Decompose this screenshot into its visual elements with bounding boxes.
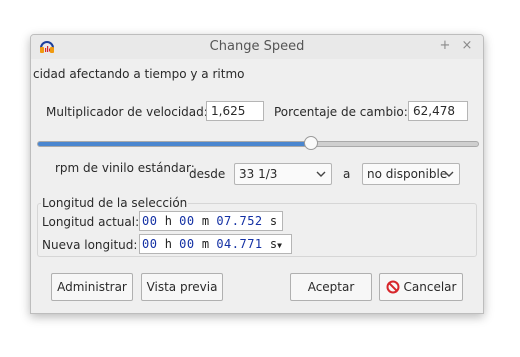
multiplier-input[interactable]: 1,625 <box>206 101 264 121</box>
minutes-unit: m <box>201 237 210 251</box>
close-button[interactable]: × <box>460 38 474 53</box>
format-menu-arrow-icon[interactable]: ▼ <box>277 241 282 250</box>
cancel-label: Cancelar <box>403 280 457 294</box>
new-minutes: 00 <box>179 237 195 251</box>
chevron-down-icon <box>444 171 454 177</box>
from-rpm-select[interactable]: 33 1/3 <box>234 163 332 185</box>
description-text: cidad afectando a tiempo y a ritmo <box>33 67 245 81</box>
current-length-label: Longitud actual: <box>42 215 140 229</box>
to-rpm-value: no disponible <box>367 167 448 181</box>
minimize-button[interactable]: + <box>438 38 452 53</box>
vinyl-rpm-label: rpm de vinilo estándar: <box>55 161 195 175</box>
new-seconds: 04.771 <box>216 237 263 251</box>
change-speed-dialog: Change Speed + × cidad afectando a tiemp… <box>30 34 484 314</box>
chevron-down-icon <box>316 171 326 177</box>
to-label: a <box>343 167 351 181</box>
hours-unit: h <box>164 237 172 251</box>
percent-input[interactable]: 62,478 <box>408 101 468 121</box>
slider-fill <box>38 142 311 146</box>
selection-length-title: Longitud de la selección <box>41 196 189 210</box>
window-title: Change Speed <box>209 39 305 54</box>
new-length-label: Nueva longitud: <box>42 238 138 252</box>
multiplier-label: Multiplicador de velocidad: <box>46 105 208 119</box>
speed-slider[interactable] <box>37 136 479 150</box>
cancel-icon <box>386 280 400 294</box>
manage-button[interactable]: Administrar <box>51 273 133 301</box>
seconds-unit: s <box>269 214 278 228</box>
new-length-field[interactable]: 00 h 00 m 04.771 s▼ <box>139 234 292 254</box>
minutes-unit: m <box>201 214 210 228</box>
percent-label: Porcentaje de cambio: <box>274 105 408 119</box>
current-seconds: 07.752 <box>216 214 263 228</box>
slider-thumb[interactable] <box>303 136 318 150</box>
to-rpm-select[interactable]: no disponible <box>362 163 460 185</box>
title-bar: Change Speed + × <box>31 35 483 59</box>
ok-button[interactable]: Aceptar <box>290 273 372 301</box>
preview-button[interactable]: Vista previa <box>141 273 223 301</box>
cancel-button[interactable]: Cancelar <box>379 273 463 301</box>
new-hours: 00 <box>142 237 158 251</box>
current-hours: 00 <box>142 214 158 228</box>
current-length-field[interactable]: 00 h 00 m 07.752 s <box>139 211 283 231</box>
from-label: desde <box>189 167 226 181</box>
current-minutes: 00 <box>179 214 195 228</box>
from-rpm-value: 33 1/3 <box>239 167 278 181</box>
hours-unit: h <box>164 214 172 228</box>
